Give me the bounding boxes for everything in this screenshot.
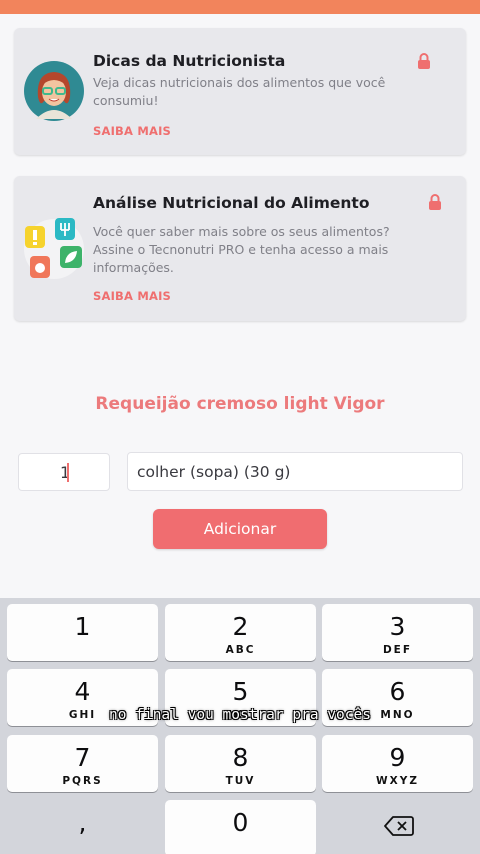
key-letters: GHI xyxy=(68,709,97,721)
key-8[interactable]: 8 TUV xyxy=(165,735,316,792)
text-cursor xyxy=(67,463,69,482)
product-name: Requeijão cremoso light Vigor xyxy=(95,394,385,414)
key-comma[interactable]: , xyxy=(7,800,158,854)
key-digit: 4 xyxy=(74,677,91,706)
lock-icon xyxy=(418,53,430,69)
key-digit: 8 xyxy=(232,743,249,772)
numeric-keyboard: 1 2 ABC 3 DEF 4 GHI 5 JKL 6 MNO 7 PQRS 8… xyxy=(0,598,480,854)
key-3[interactable]: 3 DEF xyxy=(322,604,473,661)
nutritionist-avatar-icon xyxy=(24,61,84,121)
key-6[interactable]: 6 MNO xyxy=(322,669,473,726)
key-digit: 6 xyxy=(389,677,406,706)
add-button[interactable]: Adicionar xyxy=(153,509,327,549)
unit-select[interactable]: colher (sopa) (30 g) xyxy=(127,452,463,491)
quantity-value: 1 xyxy=(60,463,71,482)
top-bar xyxy=(0,0,480,14)
key-digit: 3 xyxy=(389,612,406,641)
nutritional-analysis-card[interactable]: Análise Nutricional do Alimento Você que… xyxy=(14,176,466,321)
backspace-icon xyxy=(384,816,414,836)
key-letters: WXYZ xyxy=(376,775,419,787)
key-digit: 1 xyxy=(74,612,91,641)
unit-value: colher (sopa) (30 g) xyxy=(137,463,291,481)
lock-icon xyxy=(429,194,441,210)
key-letters: ABC xyxy=(225,644,256,656)
card-title: Dicas da Nutricionista xyxy=(93,52,286,70)
key-letters: MNO xyxy=(380,709,415,721)
card-title: Análise Nutricional do Alimento xyxy=(93,194,370,212)
key-digit: 5 xyxy=(232,677,249,706)
key-digit: 0 xyxy=(232,808,249,837)
learn-more-link[interactable]: SAIBA MAIS xyxy=(93,124,171,138)
nutritionist-tips-card[interactable]: Dicas da Nutricionista Veja dicas nutric… xyxy=(14,28,466,155)
key-2[interactable]: 2 ABC xyxy=(165,604,316,661)
key-digit: , xyxy=(78,808,87,837)
key-1[interactable]: 1 xyxy=(7,604,158,661)
key-delete[interactable] xyxy=(322,800,473,854)
food-analysis-icon xyxy=(24,218,84,279)
key-9[interactable]: 9 WXYZ xyxy=(322,735,473,792)
key-0[interactable]: 0 xyxy=(165,800,316,854)
key-5[interactable]: 5 JKL xyxy=(165,669,316,726)
key-digit: 9 xyxy=(389,743,406,772)
key-letters: PQRS xyxy=(62,775,103,787)
key-4[interactable]: 4 GHI xyxy=(7,669,158,726)
learn-more-link[interactable]: SAIBA MAIS xyxy=(93,289,171,303)
key-letters: TUV xyxy=(225,775,256,787)
quantity-input[interactable]: 1 xyxy=(18,453,110,491)
card-description: Veja dicas nutricionais dos alimentos qu… xyxy=(93,75,386,108)
key-letters: DEF xyxy=(382,644,413,656)
key-7[interactable]: 7 PQRS xyxy=(7,735,158,792)
card-description: Você quer saber mais sobre os seus alime… xyxy=(93,224,390,275)
key-digit: 2 xyxy=(232,612,249,641)
key-letters: JKL xyxy=(228,709,253,721)
key-digit: 7 xyxy=(74,743,91,772)
